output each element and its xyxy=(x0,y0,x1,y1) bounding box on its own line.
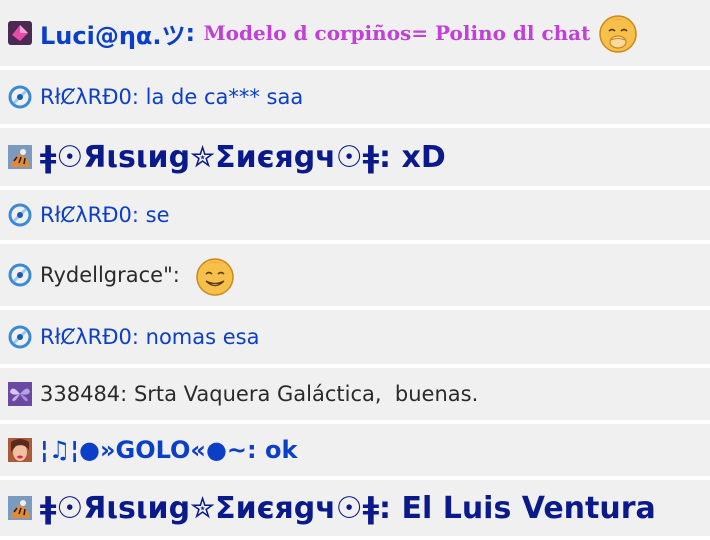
message-author[interactable]: ǂ☉Яιѕιиg✮Σиєяgч☉ǂ xyxy=(40,491,379,526)
yawn-emoticon-icon xyxy=(596,11,640,55)
chat-message: RłȻλRĐ0: la de ca*** saa xyxy=(0,70,710,126)
message-separator: : xyxy=(131,85,146,109)
chat-message-list: Luci@ηα.ツ: Modelo d corpiños= Polino dl … xyxy=(0,0,710,540)
smile-emoticon-icon xyxy=(193,253,237,297)
tiger-icon[interactable] xyxy=(8,145,32,169)
message-separator: : xyxy=(185,19,204,47)
chat-message: Rydellgrace": xyxy=(0,244,710,308)
tiger-icon[interactable] xyxy=(8,496,32,520)
blue-ribbon-icon[interactable] xyxy=(8,325,32,349)
message-author[interactable]: RłȻλRĐ0 xyxy=(40,325,132,349)
chat-message: Luci@ηα.ツ: Modelo d corpiños= Polino dl … xyxy=(0,0,710,68)
chat-message: ¦♫¦●»GOLO«●~: ok xyxy=(0,424,710,478)
chat-message: RłȻλRĐ0: nomas esa xyxy=(0,310,710,366)
pink-crystal-icon[interactable] xyxy=(8,21,32,45)
message-text: la de ca*** saa xyxy=(145,85,304,109)
message-separator: : xyxy=(379,139,402,175)
blue-ribbon-icon[interactable] xyxy=(8,85,32,109)
blue-ribbon-icon[interactable] xyxy=(8,263,32,287)
message-separator: : xyxy=(172,263,187,287)
chat-message: 338484: Srta Vaquera Galáctica, buenas. xyxy=(0,368,710,422)
message-author[interactable]: RłȻλRĐ0 xyxy=(40,203,132,227)
message-author[interactable]: Luci@ηα.ツ xyxy=(40,16,186,51)
message-separator: : xyxy=(131,325,146,349)
message-text: El Luis Ventura xyxy=(401,490,656,526)
blue-ribbon-icon[interactable] xyxy=(8,203,32,227)
message-author[interactable]: Rydellgrace" xyxy=(40,263,173,287)
message-author[interactable]: ¦♫¦●»GOLO«●~ xyxy=(40,436,247,464)
message-text: nomas esa xyxy=(145,325,260,349)
chat-message: RłȻλRĐ0: se xyxy=(0,190,710,242)
message-separator: : xyxy=(379,490,402,526)
message-author[interactable]: ǂ☉Яιѕιиg✮Σиєяgч☉ǂ xyxy=(40,140,379,175)
message-author[interactable]: 338484 xyxy=(40,382,120,406)
message-author[interactable]: RłȻλRĐ0 xyxy=(40,85,132,109)
butterfly-icon[interactable] xyxy=(8,382,32,406)
message-text: Modelo d corpiños= Polino dl chat xyxy=(203,21,591,45)
chat-message: ǂ☉Яιѕιиg✮Σиєяgч☉ǂ: xD xyxy=(0,128,710,188)
message-text: xD xyxy=(401,139,446,175)
chat-message: ǂ☉Яιѕιиg✮Σиєяgч☉ǂ: El Luis Ventura xyxy=(0,480,710,538)
message-separator: : xyxy=(247,436,265,464)
message-separator: : xyxy=(131,203,146,227)
message-separator: : xyxy=(120,382,134,406)
message-text: ok xyxy=(264,436,298,464)
message-text: Srta Vaquera Galáctica, buenas. xyxy=(133,382,479,406)
face-photo-icon[interactable] xyxy=(8,438,32,462)
message-text: se xyxy=(145,203,170,227)
